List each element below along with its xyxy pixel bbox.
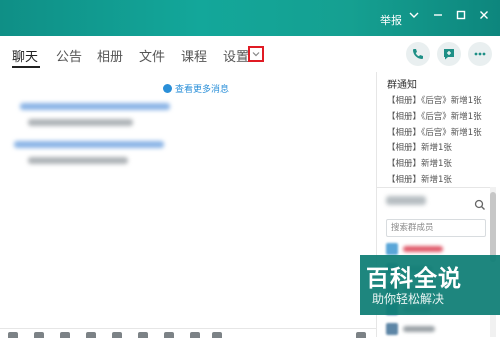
more-options-button[interactable] xyxy=(468,42,492,66)
image-icon[interactable] xyxy=(86,332,96,338)
message-text xyxy=(28,157,128,164)
history-icon[interactable] xyxy=(356,332,366,338)
tab-album[interactable]: 相册 xyxy=(97,46,123,65)
notice-item[interactable]: 【相册】《后宫》新增1张 xyxy=(387,94,482,106)
load-more-label: 查看更多消息 xyxy=(175,85,230,95)
divider xyxy=(377,187,490,188)
watermark-slogan: 助你轻松解决 xyxy=(372,292,445,306)
active-tab-indicator xyxy=(12,66,40,68)
member-name xyxy=(403,246,443,252)
add-chat-button[interactable] xyxy=(437,42,461,66)
chevron-down-icon xyxy=(252,52,260,57)
tab-courses[interactable]: 课程 xyxy=(181,46,207,65)
scrollbar-thumb[interactable] xyxy=(490,192,496,262)
call-button[interactable] xyxy=(406,42,430,66)
load-more-messages-link[interactable]: 查看更多消息 xyxy=(163,82,229,95)
tab-settings[interactable]: 设置 xyxy=(223,46,249,65)
maximize-icon[interactable] xyxy=(453,9,469,27)
message-plus-icon xyxy=(444,49,454,60)
message-sender xyxy=(20,103,170,110)
tool-icon[interactable] xyxy=(212,332,222,338)
clock-icon xyxy=(163,84,172,93)
members-title xyxy=(386,196,426,205)
notice-item[interactable]: 【相册】新增1张 xyxy=(387,157,452,169)
avatar xyxy=(386,243,398,255)
message-sender xyxy=(14,141,164,148)
voice-icon[interactable] xyxy=(112,332,122,338)
avatar xyxy=(386,323,398,335)
notice-title: 群通知 xyxy=(387,80,417,91)
member-search-input[interactable] xyxy=(386,219,486,237)
chat-area: 查看更多消息 xyxy=(0,72,376,337)
close-icon[interactable] xyxy=(476,9,492,27)
search-icon[interactable] xyxy=(474,196,486,215)
window-title xyxy=(200,10,290,26)
settings-dropdown-button[interactable] xyxy=(248,46,264,62)
chevron-down-icon[interactable] xyxy=(406,9,422,27)
notice-item[interactable]: 【相册】新增1张 xyxy=(387,141,452,153)
tab-bar: 聊天 公告 相册 文件 课程 设置 xyxy=(0,36,500,73)
message-text xyxy=(28,119,133,126)
report-button[interactable]: 举报 xyxy=(380,12,402,28)
tab-chat[interactable]: 聊天 xyxy=(12,46,38,65)
tab-announcement[interactable]: 公告 xyxy=(56,46,82,65)
notice-item[interactable]: 【相册】《后宫》新增1张 xyxy=(387,126,482,138)
screenshot-icon[interactable] xyxy=(34,332,44,338)
tab-files[interactable]: 文件 xyxy=(139,46,165,65)
member-name xyxy=(403,326,435,332)
emoji-icon[interactable] xyxy=(8,332,18,338)
notice-item[interactable]: 【相册】新增1张 xyxy=(387,173,452,185)
shake-icon[interactable] xyxy=(138,332,148,338)
title-bar: 举报 xyxy=(0,0,500,36)
minimize-icon[interactable] xyxy=(430,9,446,27)
gift-icon[interactable] xyxy=(164,332,174,338)
file-icon[interactable] xyxy=(60,332,70,338)
watermark-brand: 百科全说 xyxy=(366,266,462,292)
phone-icon xyxy=(413,49,423,59)
more-tools-icon[interactable] xyxy=(190,332,200,338)
notice-item[interactable]: 【相册】《后宫》新增1张 xyxy=(387,110,482,122)
more-icon xyxy=(474,52,486,56)
